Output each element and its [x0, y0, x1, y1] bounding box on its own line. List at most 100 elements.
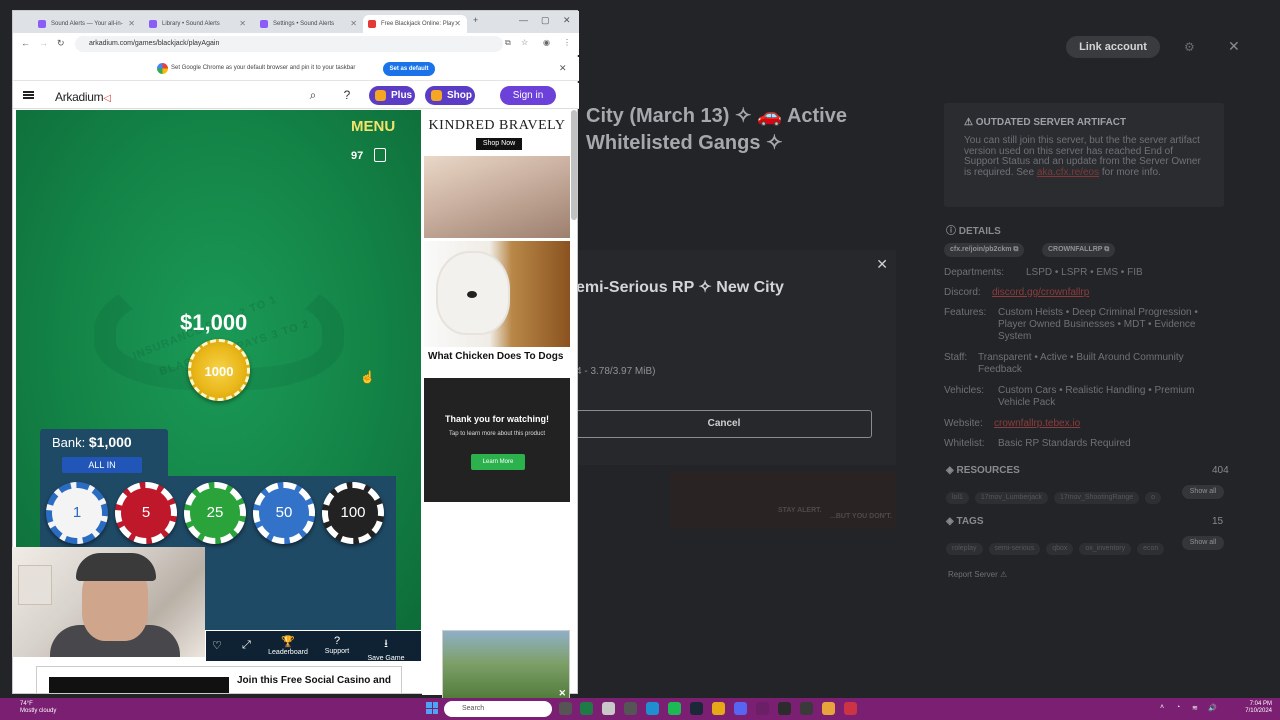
settings-icon[interactable]: [624, 702, 637, 715]
browser-tab[interactable]: Sound Alerts — Your all-in- ✕: [33, 15, 141, 33]
ad-brand: KINDRED BRAVELY: [428, 118, 566, 133]
shelf: [18, 565, 52, 605]
back-icon[interactable]: ←: [21, 38, 30, 48]
help-icon[interactable]: ?: [339, 87, 355, 103]
tags-show-all-button[interactable]: Show all: [1182, 536, 1224, 550]
download-icon: ⭳: [384, 638, 388, 650]
search-icon[interactable]: ⌕: [305, 87, 321, 103]
dog-food-ad[interactable]: What Chicken Does To Dogs: [424, 241, 570, 373]
support-button[interactable]: ? Support: [320, 635, 354, 655]
spotify-icon[interactable]: [668, 702, 681, 715]
video-end-ad[interactable]: Thank you for watching! Tap to learn mor…: [424, 378, 570, 502]
cancel-button[interactable]: Cancel: [576, 410, 872, 438]
steam-icon[interactable]: [690, 702, 703, 715]
url-input[interactable]: arkadium.com/games/blackjack/playAgain: [75, 36, 503, 52]
chip-1[interactable]: 1: [46, 482, 108, 544]
browser-tab[interactable]: Library • Sound Alerts ✕: [144, 15, 252, 33]
network-icon[interactable]: ◔: [1176, 704, 1180, 711]
hamburger-menu-icon[interactable]: [23, 91, 34, 99]
maximize-icon[interactable]: ▢: [541, 15, 550, 26]
fivem-icon[interactable]: [844, 702, 857, 715]
join-link-pill[interactable]: cfx.re/join/pb2ckm ⧉: [944, 243, 1025, 257]
profile-icon[interactable]: ◉: [543, 38, 550, 47]
connecting-modal: ✕ emi-Serious RP ✧ New City 4 - 3.78/3.9…: [576, 250, 896, 465]
game-launcher-icon[interactable]: [712, 702, 725, 715]
tags-heading: ◈ TAGS: [946, 516, 984, 527]
browser-tab-active[interactable]: Free Blackjack Online: Play ✕: [363, 15, 467, 33]
resources-show-all-button[interactable]: Show all: [1182, 485, 1224, 499]
eos-link[interactable]: aka.cfx.re/eos: [1037, 167, 1099, 178]
close-tab-icon[interactable]: ✕: [454, 15, 461, 33]
bet-chip[interactable]: 1000: [188, 339, 250, 401]
app-icon[interactable]: [800, 702, 813, 715]
learn-more-button[interactable]: Learn More: [471, 454, 525, 470]
close-window-icon[interactable]: ✕: [563, 15, 571, 26]
all-in-button[interactable]: ALL IN: [62, 457, 142, 473]
page-scrollbar[interactable]: [571, 110, 577, 220]
weather-widget[interactable]: 74°F Mostly cloudy: [20, 701, 56, 715]
ad-thank-you: Thank you for watching!: [444, 414, 549, 424]
save-game-button[interactable]: ⭳ Save Game: [364, 635, 408, 662]
reload-icon[interactable]: ↻: [57, 38, 65, 49]
chip-5[interactable]: 5: [115, 482, 177, 544]
browser-window: Sound Alerts — Your all-in- ✕ Library • S…: [12, 10, 579, 702]
task-view-icon[interactable]: [559, 702, 572, 715]
browser-tab[interactable]: Settings • Sound Alerts ✕: [255, 15, 363, 33]
video-ad-thumbnail[interactable]: ✕: [442, 630, 570, 702]
chip-50[interactable]: 50: [253, 482, 315, 544]
help-icon: ?: [333, 635, 341, 647]
taskbar-search-input[interactable]: Search: [444, 701, 552, 717]
minimize-icon[interactable]: —: [519, 15, 528, 25]
explorer-icon[interactable]: [602, 702, 615, 715]
close-icon[interactable]: ✕: [1228, 38, 1240, 55]
departments-value: LSPD • LSPR • EMS • FIB: [1026, 267, 1143, 278]
close-tab-icon[interactable]: ✕: [239, 15, 246, 33]
report-server-link[interactable]: Report Server ⚠: [948, 570, 1007, 579]
xbox-icon[interactable]: [580, 702, 593, 715]
features-label: Features:: [944, 307, 987, 318]
favorite-heart-icon[interactable]: ♡: [212, 639, 222, 652]
promo-banner[interactable]: Join this Free Social Casino and: [36, 666, 402, 694]
volume-icon[interactable]: 🔊: [1208, 704, 1217, 712]
more-menu-icon[interactable]: ⋮: [563, 38, 571, 47]
taskbar-clock[interactable]: 7:04 PM 7/10/2024: [1238, 701, 1272, 715]
forward-icon[interactable]: →: [39, 38, 48, 48]
wifi-icon[interactable]: ≋: [1192, 704, 1198, 712]
close-tab-icon[interactable]: ✕: [350, 15, 357, 33]
chrome-icon[interactable]: [822, 702, 835, 715]
close-tab-icon[interactable]: ✕: [128, 15, 135, 33]
link-account-button[interactable]: Link account: [1066, 36, 1160, 58]
arkadium-logo[interactable]: Arkadium◁: [55, 90, 111, 104]
app-icon[interactable]: [756, 702, 769, 715]
discord-icon[interactable]: [734, 702, 747, 715]
discord-link[interactable]: discord.gg/crownfallrp: [992, 287, 1089, 298]
tray-chevron-icon[interactable]: ˄: [1160, 704, 1164, 711]
sign-in-button[interactable]: Sign in: [500, 86, 556, 105]
close-infobar-icon[interactable]: ✕: [559, 63, 567, 74]
fullscreen-icon[interactable]: ⤢: [242, 639, 251, 652]
ad-caption: What Chicken Does To Dogs: [428, 351, 564, 362]
outdated-artifact-warning: ⚠ OUTDATED SERVER ARTIFACT You can still…: [944, 103, 1224, 207]
leaderboard-button[interactable]: 🏆 Leaderboard: [266, 635, 310, 656]
set-default-button[interactable]: Set as default: [383, 62, 435, 76]
bookmark-star-icon[interactable]: ☆: [521, 38, 528, 47]
chip-100[interactable]: 100: [322, 482, 384, 544]
gear-icon[interactable]: ⚙: [1184, 40, 1195, 54]
chip-25[interactable]: 25: [184, 482, 246, 544]
close-icon[interactable]: ✕: [876, 256, 888, 273]
obs-icon[interactable]: [778, 702, 791, 715]
shop-button[interactable]: Shop: [425, 86, 475, 105]
crownfall-pill[interactable]: CROWNFALLRP ⧉: [1042, 243, 1116, 257]
resource-tag: 17mov_Lumberjack: [974, 492, 1048, 504]
kindred-bravely-ad[interactable]: KINDRED BRAVELY Shop Now: [424, 112, 570, 238]
vehicles-label: Vehicles:: [944, 385, 985, 396]
website-link[interactable]: crownfallrp.tebex.io: [994, 418, 1080, 429]
start-button[interactable]: [426, 702, 438, 714]
menu-button[interactable]: MENU: [351, 118, 395, 135]
edge-icon[interactable]: [646, 702, 659, 715]
shop-now-button[interactable]: Shop Now: [476, 138, 522, 150]
plus-button[interactable]: Plus: [369, 86, 415, 105]
tab-favicon: [260, 20, 268, 28]
new-tab-icon[interactable]: +: [473, 15, 478, 25]
install-icon[interactable]: ⧉: [505, 38, 511, 48]
